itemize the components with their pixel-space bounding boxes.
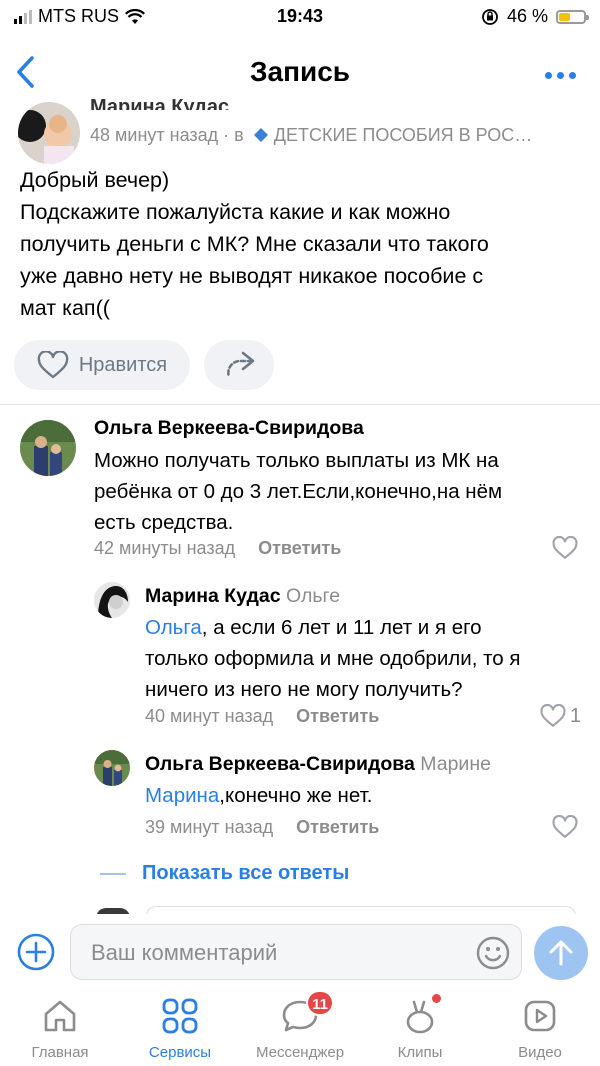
diamond-icon — [253, 128, 268, 142]
reply-to: Марине — [420, 753, 491, 775]
comment-input[interactable] — [89, 935, 473, 971]
heart-icon — [540, 704, 566, 727]
comment-text-line: ничего из него не могу получить? — [145, 678, 463, 701]
comment-time: 40 минут назад — [145, 706, 274, 726]
comment-time: 39 минут назад — [145, 817, 274, 837]
comment-author: Ольга Веркеева-Свиридова Марине — [145, 753, 491, 776]
send-button[interactable] — [534, 926, 588, 980]
attach-button[interactable] — [16, 932, 56, 972]
dot-icon — [569, 72, 576, 79]
comment-time: 42 минуты назад — [94, 538, 236, 558]
tab-label: Мессенджер — [255, 1044, 345, 1061]
comment-avatar[interactable] — [94, 582, 130, 618]
share-button[interactable] — [204, 340, 274, 390]
heart-icon — [37, 351, 69, 379]
tab-label: Главная — [31, 1044, 89, 1061]
comment-text-line: ,конечно же нет. — [219, 784, 373, 807]
comment-text-line: , а если 6 лет и 11 лет и я его — [201, 616, 482, 639]
tab-label: Сервисы — [148, 1044, 212, 1061]
comment-avatar[interactable] — [20, 420, 76, 476]
comment-author-name[interactable]: Марина Кудас — [145, 585, 281, 607]
comment-avatar[interactable] — [94, 750, 130, 786]
comment-author[interactable]: Ольга Веркеева-Свиридова — [94, 417, 364, 440]
emoji-button[interactable] — [475, 935, 511, 971]
notification-dot — [432, 994, 441, 1003]
orientation-lock-icon — [482, 8, 498, 25]
smile-icon — [476, 936, 510, 970]
divider-line — [100, 872, 126, 875]
tab-messenger[interactable]: 11 Мессенджер — [240, 990, 360, 1066]
post-text-line: уже давно нету не выводят никакое пособи… — [20, 264, 484, 288]
comment-like-button[interactable]: 1 — [540, 704, 581, 728]
video-icon — [524, 1000, 556, 1032]
comment-text-line: ребёнка от 0 до 3 лет.Если,конечно,на нё… — [94, 480, 503, 503]
share-icon — [227, 351, 255, 379]
comment-like-button[interactable] — [552, 814, 578, 844]
comment-meta: 39 минут назад Ответить — [145, 817, 379, 838]
show-all-label: Показать все ответы — [142, 862, 350, 884]
services-icon — [162, 998, 198, 1034]
battery-icon — [556, 9, 589, 24]
dot-icon — [557, 72, 564, 79]
header: Запись — [0, 44, 600, 104]
comment-like-button[interactable] — [552, 535, 578, 565]
comment-input-box — [70, 924, 522, 980]
post-meta: 48 минут назад · в ДЕТСКИЕ ПОСОБИЯ В РОС… — [90, 125, 532, 146]
status-bar: MTS RUS 19:43 46 % — [0, 0, 600, 34]
post-text-line: получить деньги с МК? Мне сказали что та… — [20, 232, 489, 256]
comment-meta: 42 минуты назад Ответить — [94, 538, 341, 559]
plus-circle-icon — [17, 933, 55, 971]
comment-text-line: Можно получать только выплаты из МК на — [94, 449, 499, 472]
comment-text: Марина,конечно же нет. — [145, 780, 585, 811]
tab-label: Клипы — [397, 1044, 443, 1061]
mention-link[interactable]: Ольга — [145, 616, 202, 639]
post-time: 48 минут назад — [90, 125, 219, 145]
post-author-name[interactable]: Марина Кудас — [90, 96, 229, 110]
like-button[interactable]: Нравится — [14, 340, 190, 390]
comment-text-line: есть средства. — [94, 511, 234, 534]
reply-to: Ольге — [286, 585, 341, 607]
tab-bar: Главная Сервисы 11 Мессенджер Клипы Виде… — [0, 990, 600, 1066]
reply-button[interactable]: Ответить — [296, 706, 379, 726]
comment-text-line: только оформила и мне одобрили, то я — [145, 647, 521, 670]
post-group-link[interactable]: ДЕТСКИЕ ПОСОБИЯ В РОС… — [274, 125, 533, 145]
post-text-line: Подскажите пожалуйста какие и как можно — [20, 200, 451, 224]
comment-author-name[interactable]: Ольга Веркеева-Свиридова — [145, 753, 415, 775]
post-text: Добрый вечер) Подскажите пожалуйста каки… — [20, 164, 580, 324]
heart-icon — [552, 535, 578, 559]
unread-badge: 11 — [306, 990, 334, 1016]
comment-text: Ольга, а если 6 лет и 11 лет и я его тол… — [145, 612, 585, 705]
post-text-line: Добрый вечер) — [20, 168, 170, 192]
post-author-avatar[interactable] — [18, 102, 80, 164]
dot-icon — [545, 72, 552, 79]
page-title: Запись — [249, 56, 351, 87]
home-icon — [44, 1000, 76, 1032]
reply-button[interactable]: Ответить — [258, 538, 341, 558]
show-all-replies-button[interactable]: Показать все ответы — [100, 862, 349, 885]
arrow-up-icon — [549, 940, 573, 966]
divider — [0, 404, 600, 405]
comment-author: Марина Кудас Ольге — [145, 585, 340, 608]
battery-percent: 46 % — [506, 6, 548, 26]
post-in: · в — [223, 125, 244, 145]
heart-icon — [552, 814, 578, 838]
comment-composer — [0, 914, 600, 990]
tab-home[interactable]: Главная — [0, 990, 120, 1066]
tab-clips[interactable]: Клипы — [360, 990, 480, 1066]
status-right: 46 % — [481, 6, 589, 27]
like-label: Нравится — [78, 353, 168, 376]
tab-services[interactable]: Сервисы — [120, 990, 240, 1066]
like-count: 1 — [570, 704, 582, 727]
reply-button[interactable]: Ответить — [296, 817, 379, 837]
mention-link[interactable]: Марина — [145, 784, 219, 807]
tab-label: Видео — [518, 1044, 562, 1061]
more-button[interactable] — [545, 72, 576, 79]
comment-text: Можно получать только выплаты из МК на р… — [94, 445, 584, 538]
tab-video[interactable]: Видео — [480, 990, 600, 1066]
comment-meta: 40 минут назад Ответить — [145, 706, 379, 727]
post-text-line: мат кап(( — [20, 296, 110, 320]
